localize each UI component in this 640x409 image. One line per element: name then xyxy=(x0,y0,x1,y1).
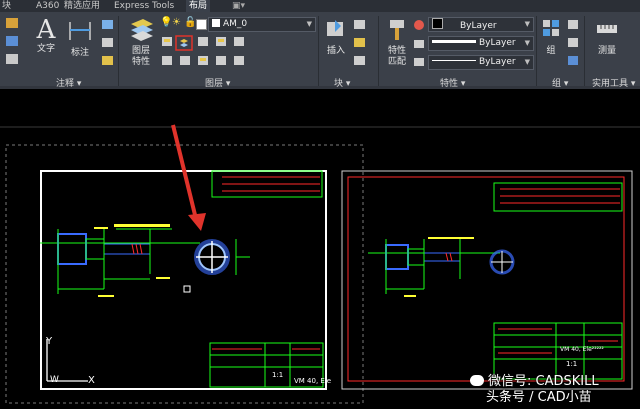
right-part-geometry xyxy=(368,237,500,297)
tab-layout[interactable]: 布局 xyxy=(186,0,211,12)
lock-icon[interactable]: 🔓 xyxy=(184,17,196,28)
wechat-logo-icon xyxy=(470,375,484,386)
tab-a360[interactable]: A360 xyxy=(36,0,59,12)
red-arrow-annotation xyxy=(171,124,206,231)
separator xyxy=(378,16,379,86)
panel-title-annotation[interactable]: 注释 ▾ xyxy=(56,76,81,89)
chevron-down-icon: ▼ xyxy=(524,39,530,47)
right-revision-block xyxy=(493,182,623,212)
linetype-dropdown-value: ByLayer xyxy=(479,57,516,67)
separator xyxy=(118,16,119,86)
match-properties-label-1: 特性 xyxy=(387,46,406,56)
block-tools-icons[interactable] xyxy=(352,18,368,70)
group-button[interactable]: 组 xyxy=(540,16,562,57)
ruler-icon xyxy=(597,25,617,33)
panel-title-groups[interactable]: 组 ▾ xyxy=(552,76,568,89)
right-scale-text: 1:1 xyxy=(566,360,577,368)
chevron-down-icon: ▼ xyxy=(524,20,530,28)
group-button-label: 组 xyxy=(546,46,556,56)
separator xyxy=(536,16,537,86)
layer-color-swatch xyxy=(196,19,207,30)
insert-button-label: 插入 xyxy=(326,46,345,56)
group-tools-icons[interactable] xyxy=(566,18,580,70)
panel-title-utilities[interactable]: 实用工具 ▾ xyxy=(592,76,635,89)
lineweight-sample xyxy=(432,40,476,43)
panel-title-properties[interactable]: 特性 ▾ xyxy=(440,76,465,89)
separator xyxy=(584,16,585,86)
layer-swatch xyxy=(212,19,220,27)
dimension-button-label: 标注 xyxy=(70,48,89,58)
text-button-label: 文字 xyxy=(36,44,55,54)
layer-properties-label-2: 特性 xyxy=(131,57,150,67)
chevron-down-icon: ▼ xyxy=(524,58,530,66)
dimension-button[interactable]: 标注 xyxy=(64,16,96,59)
match-properties-button[interactable]: 特性 匹配 xyxy=(383,16,411,68)
text-a-icon: A xyxy=(36,15,56,45)
tab-featured-apps[interactable]: 精选应用 xyxy=(64,0,100,12)
ucs-w-label: W xyxy=(50,375,59,385)
left-end-view xyxy=(194,239,230,275)
watermark-toutiao: 头条号 / CAD小苗 xyxy=(486,390,592,405)
right-end-view xyxy=(489,249,515,275)
panel-title-block[interactable]: 块 ▾ xyxy=(334,76,350,89)
layer-state-icons[interactable]: 💡 xyxy=(160,17,172,28)
ucs-x-label: X xyxy=(88,375,95,386)
group-icon xyxy=(543,20,559,36)
panel-title-layers[interactable]: 图层 ▾ xyxy=(205,76,230,89)
insert-block-icon xyxy=(327,20,343,36)
drawing-canvas: 1:1 VM 40, Ele Y W X 1:1 VM 40, Ele²²²²² xyxy=(0,124,640,404)
sun-icon[interactable]: ☀ xyxy=(172,17,181,28)
right-revision-lines xyxy=(500,188,620,204)
layer-iso-icon[interactable] xyxy=(175,35,193,51)
linetype-dropdown[interactable]: ByLayer ▼ xyxy=(428,55,534,70)
ucs-y-label: Y xyxy=(45,336,53,347)
layer-properties-label-1: 图层 xyxy=(131,46,150,56)
color-swatch xyxy=(432,18,443,29)
tab-block[interactable]: 块 xyxy=(2,0,11,12)
measure-button[interactable]: 测量 xyxy=(592,16,622,57)
layer-stack-icon xyxy=(131,19,153,41)
tab-more-icon[interactable]: ▣▾ xyxy=(232,0,245,12)
left-tools-icons[interactable] xyxy=(4,16,22,72)
annotation-tools-icons[interactable] xyxy=(100,18,116,70)
left-viewport-frame xyxy=(40,170,327,390)
linetype-sample xyxy=(432,60,476,61)
layer-dropdown-value: AM_0 xyxy=(223,19,248,29)
lineweight-dropdown[interactable]: ByLayer ▼ xyxy=(428,36,534,51)
color-dropdown-value: ByLayer xyxy=(460,21,497,31)
text-button[interactable]: A 文字 xyxy=(30,16,62,55)
left-end-view-centerlines xyxy=(235,239,250,275)
drawing-area[interactable]: 1:1 VM 40, Ele Y W X 1:1 VM 40, Ele²²²²² xyxy=(0,89,640,405)
chevron-down-icon: ▼ xyxy=(306,20,312,28)
match-properties-label-2: 匹配 xyxy=(387,57,406,67)
measure-button-label: 测量 xyxy=(597,46,616,56)
paintbrush-icon xyxy=(390,20,404,40)
lineweight-dropdown-value: ByLayer xyxy=(479,38,516,48)
color-dropdown[interactable]: ByLayer ▼ xyxy=(428,17,534,32)
dimension-icon xyxy=(69,22,91,40)
layer-dropdown[interactable]: AM_0 ▼ xyxy=(208,17,316,32)
left-title-text: VM 40, Ele xyxy=(294,377,331,385)
separator xyxy=(318,16,319,86)
left-revision-lines xyxy=(222,176,320,192)
insert-button[interactable]: 插入 xyxy=(322,16,350,57)
left-scale-text: 1:1 xyxy=(272,371,283,379)
right-title-text: VM 40, Ele²²²²² xyxy=(560,346,604,353)
layer-properties-button[interactable]: 图层 特性 xyxy=(124,16,158,68)
properties-side-icons[interactable] xyxy=(412,18,426,70)
tab-express-tools[interactable]: Express Tools xyxy=(114,0,174,12)
left-part-geometry xyxy=(40,224,200,297)
